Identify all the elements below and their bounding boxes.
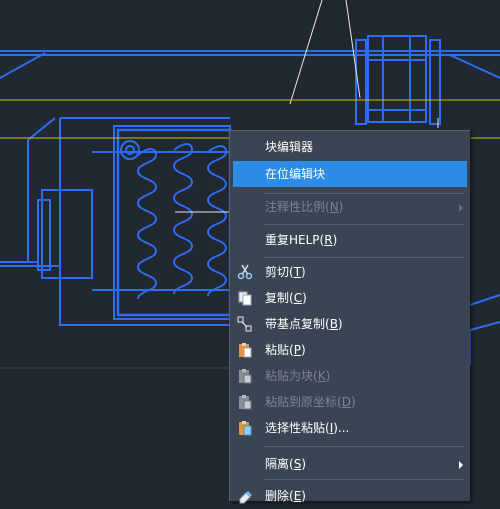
menu-separator: [264, 224, 464, 225]
menu-item-label: 注释性比例(N): [265, 200, 344, 214]
menu-item-label: 删除(E): [265, 489, 306, 503]
menu-item-label: 重复HELP(R): [265, 233, 338, 247]
menu-item-label: 块编辑器: [265, 140, 314, 154]
menu-item-edit-block-in-place[interactable]: 在位编辑块: [233, 161, 467, 187]
menu-separator: [264, 479, 464, 480]
submenu-arrow-icon: [459, 204, 463, 212]
menu-separator: [264, 257, 464, 258]
menu-item-paste-as-block[interactable]: 粘贴为块(K): [230, 363, 470, 389]
menu-item-label: 粘贴为块(K): [265, 369, 331, 383]
paste-icon: [239, 343, 252, 358]
submenu-arrow-icon: [459, 461, 463, 469]
menu-item-annotative-scale[interactable]: 注释性比例(N): [230, 194, 470, 220]
menu-item-delete[interactable]: 删除(E): [230, 483, 470, 509]
menu-separator: [264, 446, 464, 447]
menu-item-label: 在位编辑块: [265, 167, 326, 181]
menu-item-copy-with-base-point[interactable]: 带基点复制(B): [230, 311, 470, 337]
menu-item-paste-to-original-coordinates[interactable]: 粘贴到原坐标(D): [230, 389, 470, 415]
menu-item-label: 复制(C): [265, 291, 307, 305]
paste-to-original-coords-icon: [239, 395, 252, 410]
menu-item-block-editor[interactable]: 块编辑器: [230, 134, 470, 160]
context-menu: 块编辑器 在位编辑块 注释性比例(N) 重复HELP(R) 剪切(T) 复制(C…: [229, 130, 470, 504]
menu-item-cut[interactable]: 剪切(T): [230, 259, 470, 285]
menu-item-repeat-help[interactable]: 重复HELP(R): [230, 227, 470, 253]
scissors-icon: [237, 264, 253, 280]
menu-item-label: 粘贴到原坐标(D): [265, 395, 356, 409]
menu-item-copy[interactable]: 复制(C): [230, 285, 470, 311]
copy-icon: [238, 291, 252, 306]
menu-item-label: 选择性粘贴(I)...: [265, 421, 350, 435]
menu-item-isolate[interactable]: 隔离(S): [230, 451, 470, 477]
menu-item-paste[interactable]: 粘贴(P): [230, 337, 470, 363]
eraser-icon: [239, 491, 252, 504]
copy-with-basepoint-icon: [237, 316, 252, 332]
menu-item-paste-special[interactable]: 选择性粘贴(I)...: [230, 415, 470, 441]
menu-item-label: 粘贴(P): [265, 343, 306, 357]
menu-item-label: 带基点复制(B): [265, 317, 343, 331]
menu-item-label: 隔离(S): [265, 457, 306, 471]
paste-special-icon: [239, 421, 252, 436]
menu-item-label: 剪切(T): [265, 265, 306, 279]
paste-as-block-icon: [239, 369, 252, 384]
